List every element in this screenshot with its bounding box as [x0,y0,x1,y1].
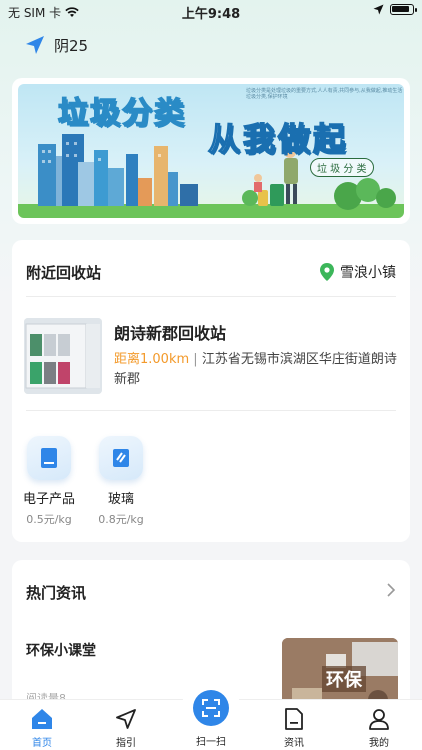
category-price: 0.5元/kg [26,513,72,526]
map-pin-icon [320,263,334,281]
station-image[interactable] [24,318,102,394]
status-bar: 无 SIM 卡 上午9:48 [0,0,422,22]
tab-news[interactable]: 资讯 [264,706,324,749]
location-services-icon [373,4,384,15]
banner-title-line1: 垃圾分类 [57,95,186,132]
tab-scan-label: 扫一扫 [196,737,226,748]
category-electronics[interactable]: 电子产品 0.5元/kg [20,436,78,527]
document-icon [285,708,303,730]
banner-card[interactable]: 垃圾分类 垃圾分类是处理垃圾的重要方式,人人有责,共同参与,从我做起,推动生活垃… [12,78,410,224]
station-name[interactable]: 朗诗新郡回收站 [114,320,226,344]
battery-icon [390,4,417,15]
user-icon [369,709,389,730]
divider [26,410,396,411]
station-info: 距离1.00km | 江苏省无锡市滨湖区华庄街道朗诗新郡 [114,350,404,390]
banner-title-line2: 从我做起 [207,119,349,159]
tab-home[interactable]: 首页 [12,706,72,749]
category-icon-box [27,436,71,480]
category-icon-box [99,436,143,480]
banner-badge: 垃 圾 分 类 [310,158,374,177]
scan-icon [202,699,220,717]
location-name: 雪浪小镇 [340,265,396,281]
station-separator: | [193,352,198,367]
home-icon [32,709,52,729]
station-distance: 距离1.00km [114,352,190,367]
divider [26,296,396,297]
glass-icon [113,449,129,467]
news-more-button[interactable] [386,582,396,602]
category-glass[interactable]: 玻璃 0.8元/kg [92,436,150,527]
tab-label: 指引 [116,738,136,749]
location-selector[interactable]: 雪浪小镇 [320,262,396,282]
category-name: 玻璃 [107,492,134,507]
location-arrow-icon [26,36,44,54]
banner-small-text: 垃圾分类是处理垃圾的重要方式,人人有责,共同参与,从我做起,推动生活垃圾分类,保… [246,88,403,100]
category-price: 0.8元/kg [98,513,144,526]
nearby-stations-card: 附近回收站 雪浪小镇 朗诗新郡回收站 距离1.00km | 江苏省无锡市滨湖区华… [12,240,410,542]
tab-guide[interactable]: 指引 [96,706,156,749]
chevron-right-icon [387,583,396,597]
tab-label: 资讯 [284,738,304,749]
tab-label: 首页 [32,738,52,749]
tab-mine[interactable]: 我的 [349,706,409,749]
navigation-icon [116,709,136,729]
book-icon [41,448,57,468]
recycle-bins-illustration [24,318,102,394]
status-time: 上午9:48 [181,7,241,22]
news-item-title[interactable]: 环保小课堂 [26,640,96,660]
weather-widget[interactable]: 阴25 [24,34,88,56]
news-title: 热门资讯 [26,584,87,602]
news-thumbnail-label: 环保 [322,666,366,692]
tab-scan-button[interactable] [193,690,229,726]
nearby-title: 附近回收站 [26,264,102,282]
banner-image: 垃圾分类 垃圾分类是处理垃圾的重要方式,人人有责,共同参与,从我做起,推动生活垃… [18,84,404,218]
weather-text: 阴25 [54,36,89,55]
tab-label: 我的 [369,738,389,749]
category-name: 电子产品 [22,492,75,507]
status-right [373,4,417,15]
